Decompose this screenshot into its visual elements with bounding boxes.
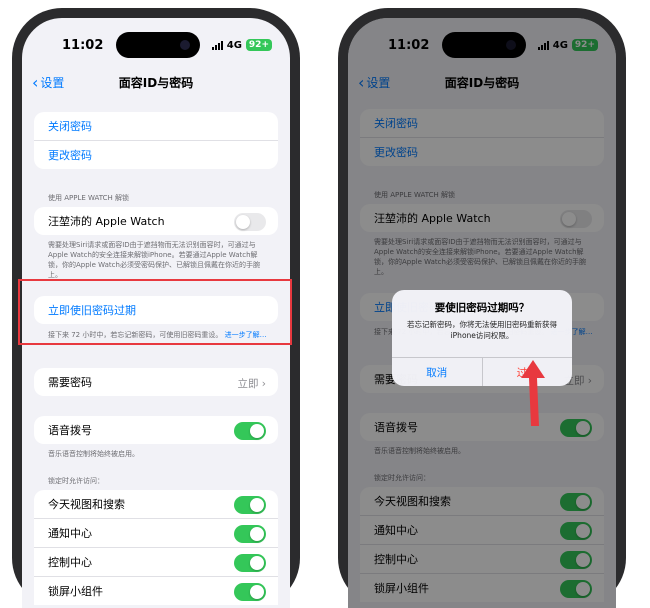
highlight-box <box>18 279 292 345</box>
status-bar: 11:02 4G 92+ <box>22 18 290 58</box>
control-center-toggle[interactable] <box>234 554 266 572</box>
require-passcode-row[interactable]: 需要密码 立即 › <box>34 368 278 396</box>
dynamic-island <box>116 32 200 58</box>
require-passcode-group: 需要密码 立即 › <box>34 368 278 396</box>
chevron-right-icon: › <box>261 378 266 390</box>
turn-off-passcode-button[interactable]: 关闭密码 <box>34 112 278 140</box>
watch-label: 汪堃沛的 Apple Watch <box>48 215 165 228</box>
alert-message: 若忘记新密码，你将无法使用旧密码重新获得iPhone访问权限。 <box>407 320 557 340</box>
watch-group: 汪堃沛的 Apple Watch <box>34 207 278 235</box>
locked-item-today: 今天视图和搜索 <box>34 490 278 518</box>
signal-icon <box>211 40 223 50</box>
watch-row: 汪堃沛的 Apple Watch <box>34 207 278 235</box>
alert-title: 要使旧密码过期吗？ <box>434 302 530 314</box>
watch-footnote: 需要处理Siri请求或面容ID由于遮挡物而无法识别面容时，可通过与Apple W… <box>48 241 260 279</box>
alert-cancel-button[interactable]: 取消 <box>392 358 482 386</box>
passcode-group: 关闭密码 更改密码 <box>34 112 278 169</box>
phone-right: 11:02 4G 92+ ‹ 设置 面容ID与密码 关闭密码 更改密码 使用 A… <box>338 8 626 608</box>
nav-bar: ‹ 设置 面容ID与密码 <box>22 72 290 94</box>
locked-access-header: 锁定时允许访问： <box>48 477 104 485</box>
arrow-up-icon <box>521 360 545 426</box>
widgets-toggle[interactable] <box>234 583 266 601</box>
voice-dial-toggle[interactable] <box>234 422 266 440</box>
locked-item-control-center: 控制中心 <box>34 547 278 576</box>
watch-section-header: 使用 APPLE WATCH 解锁 <box>48 194 130 202</box>
change-passcode-button[interactable]: 更改密码 <box>34 140 278 169</box>
watch-unlock-toggle[interactable] <box>234 213 266 231</box>
voice-dial-footnote: 音乐语音控制将始终被启用。 <box>48 450 139 458</box>
status-indicators: 4G 92+ <box>211 39 272 51</box>
voice-dial-row: 语音拨号 <box>34 416 278 444</box>
notifications-toggle[interactable] <box>234 525 266 543</box>
locked-item-notifications: 通知中心 <box>34 518 278 547</box>
voice-dial-group: 语音拨号 <box>34 416 278 444</box>
locked-item-widgets: 锁屏小组件 <box>34 576 278 605</box>
network-label: 4G <box>226 39 242 51</box>
locked-access-group: 今天视图和搜索 通知中心 控制中心 锁屏小组件 <box>34 490 278 605</box>
today-toggle[interactable] <box>234 496 266 514</box>
settings-screen-right: 11:02 4G 92+ ‹ 设置 面容ID与密码 关闭密码 更改密码 使用 A… <box>348 18 616 608</box>
status-time: 11:02 <box>62 38 104 53</box>
page-title: 面容ID与密码 <box>118 76 194 90</box>
battery-icon: 92+ <box>245 39 272 51</box>
